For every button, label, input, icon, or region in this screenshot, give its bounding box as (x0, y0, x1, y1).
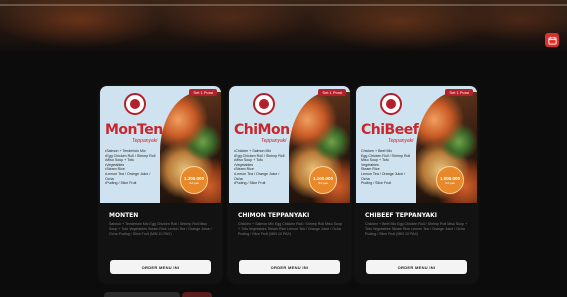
page: Set 1 Porsi MonTen Teppanyaki •Salmon + … (0, 0, 567, 297)
menu-card: Set 1 Porsi MonTen Teppanyaki •Salmon + … (100, 86, 221, 282)
portion-badge: Set 1 Porsi (445, 89, 473, 96)
menu-item: •Puding / Slice Fruit (105, 181, 137, 186)
price-badge: 1.100.000 /10 pax (309, 166, 337, 194)
menu-banner: Set 1 Porsi MonTen Teppanyaki •Salmon + … (100, 86, 221, 203)
portion-badge: Set 1 Porsi (189, 89, 217, 96)
menu-banner: Set 1 Porsi ChiMon Teppanyaki •Chicken +… (229, 86, 350, 203)
menu-brand: MonTen (105, 122, 163, 138)
menu-brand: ChiBeef (361, 122, 419, 138)
restaurant-logo (124, 93, 146, 115)
calendar-icon (547, 36, 557, 45)
card-description: Chicken + Beef Mix Egg Chicken Roll / Sh… (365, 222, 468, 236)
menu-items-list: •Salmon + Tenderloin Mix •Egg Chicken Ro… (105, 149, 167, 186)
menu-card: Set 1 Porsi ChiMon Teppanyaki •Chicken +… (229, 86, 350, 282)
hero-divider (0, 4, 567, 6)
order-menu-button[interactable]: ORDER MENU INI (110, 260, 211, 274)
card-title: MONTEN (109, 212, 139, 219)
floating-action-button[interactable] (545, 33, 559, 47)
menu-brand-sub: Teppanyaki (388, 138, 414, 144)
next-card-peek (182, 292, 212, 297)
menu-brand-sub: Teppanyaki (132, 138, 158, 144)
card-title: CHIMON TEPPANYAKI (238, 212, 310, 219)
price-unit: /10 pax (445, 180, 455, 185)
order-menu-button[interactable]: ORDER MENU INI (366, 260, 467, 274)
price-unit: /10 pax (318, 180, 328, 185)
restaurant-logo (253, 93, 275, 115)
next-card-peek (104, 292, 180, 297)
hero-banner (0, 0, 567, 54)
price-badge: 1.000.000 /10 pax (436, 166, 464, 194)
card-description: Salmon + Tenderloin Mix Egg Chicken Roll… (109, 222, 212, 236)
menu-banner: Set 1 Porsi ChiBeef Teppanyaki Chicken +… (356, 86, 477, 203)
card-description: Chicken + Salmon Mix Egg Chicken Roll / … (238, 222, 342, 236)
menu-items-list: •Chicken + Salmon Mix •Egg Chicken Roll … (234, 149, 296, 186)
menu-brand-sub: Teppanyaki (261, 138, 287, 144)
portion-badge: Set 1 Porsi (318, 89, 346, 96)
menu-item: Puding / Slice Fruit (361, 181, 392, 186)
menu-item: •Puding / Slice Fruit (234, 181, 266, 186)
price-unit: /10 pax (189, 180, 199, 185)
price-badge: 1.300.000 /10 pax (180, 166, 208, 194)
menu-card: Set 1 Porsi ChiBeef Teppanyaki Chicken +… (356, 86, 477, 282)
order-menu-button[interactable]: ORDER MENU INI (239, 260, 340, 274)
card-title: CHIBEEF TEPPANYAKI (365, 212, 438, 219)
restaurant-logo (380, 93, 402, 115)
menu-items-list: Chicken + Beef Mix Egg Chicken Roll / Sh… (361, 149, 423, 186)
menu-brand: ChiMon (234, 122, 290, 138)
